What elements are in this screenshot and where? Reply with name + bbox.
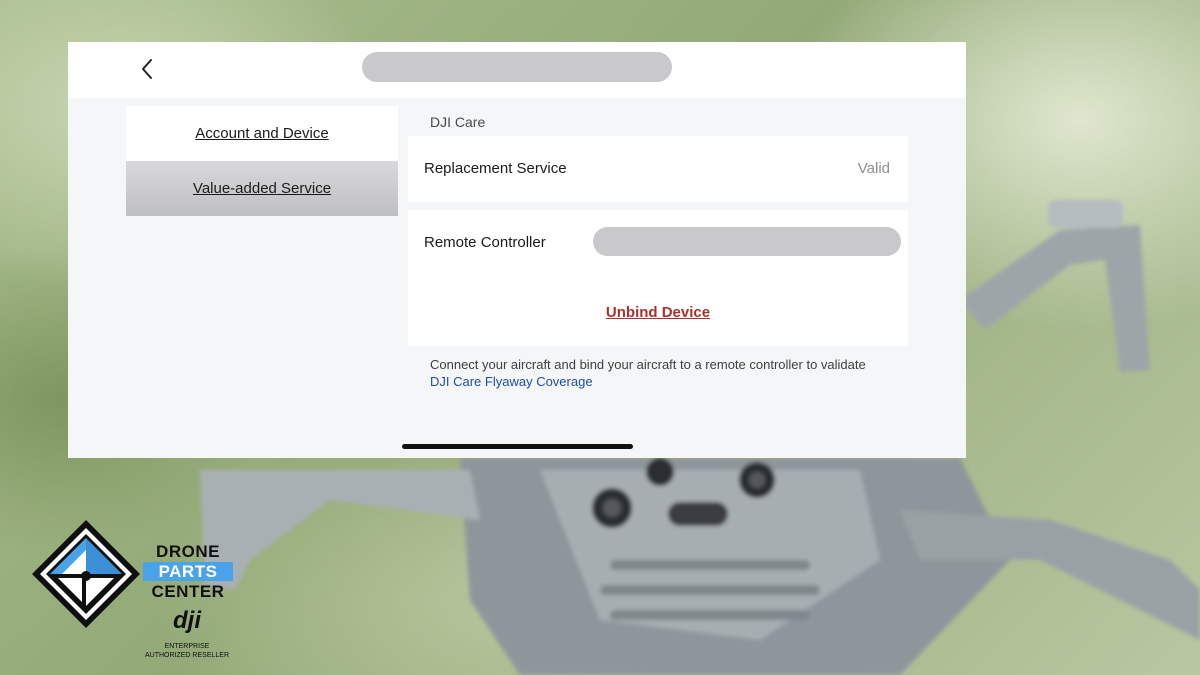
reseller-tag-enterprise: ENTERPRISE: [164, 643, 210, 650]
back-button[interactable]: [132, 54, 162, 84]
sidebar-item-value-added-service[interactable]: Value-added Service: [126, 161, 398, 216]
drone-parts-center-logo: DRONE PARTS CENTER dji ENTERPRISE AUTHOR…: [30, 518, 240, 668]
section-label: DJI Care: [430, 114, 486, 130]
coverage-note-text: Connect your aircraft and bind your airc…: [430, 357, 866, 372]
redacted-title: [362, 52, 672, 82]
logo-line-drone: DRONE: [156, 542, 220, 561]
replacement-service-status: Valid: [857, 160, 890, 177]
flyaway-coverage-link[interactable]: DJI Care Flyaway Coverage: [430, 373, 920, 390]
coverage-note: Connect your aircraft and bind your airc…: [430, 356, 920, 390]
home-indicator[interactable]: [402, 444, 633, 449]
dji-brand-mark: dji: [173, 607, 201, 634]
chevron-left-icon: [142, 59, 152, 79]
replacement-service-row: Replacement Service Valid: [408, 136, 908, 202]
app-screen: Account and Device Value-added Service D…: [68, 42, 966, 458]
top-bar: [68, 42, 966, 98]
main-content: DJI Care Replacement Service Valid Remot…: [408, 106, 908, 390]
settings-sidebar: Account and Device Value-added Service: [126, 106, 398, 216]
remote-controller-label: Remote Controller: [424, 234, 546, 251]
replacement-service-label: Replacement Service: [424, 160, 567, 177]
logo-line-center: CENTER: [151, 582, 225, 601]
logo-line-parts: PARTS: [143, 562, 233, 581]
sidebar-item-account-and-device[interactable]: Account and Device: [126, 106, 398, 161]
logo-emblem-icon: [32, 520, 140, 628]
reseller-tagline: ENTERPRISE AUTHORIZED RESELLER: [130, 642, 244, 660]
unbind-device-button[interactable]: Unbind Device: [408, 304, 908, 321]
remote-controller-card: Remote Controller Unbind Device: [408, 210, 908, 346]
logo-wordmark: DRONE PARTS CENTER: [143, 542, 233, 601]
redacted-serial: [593, 227, 901, 256]
reseller-tag-authorized: AUTHORIZED RESELLER: [144, 652, 230, 659]
